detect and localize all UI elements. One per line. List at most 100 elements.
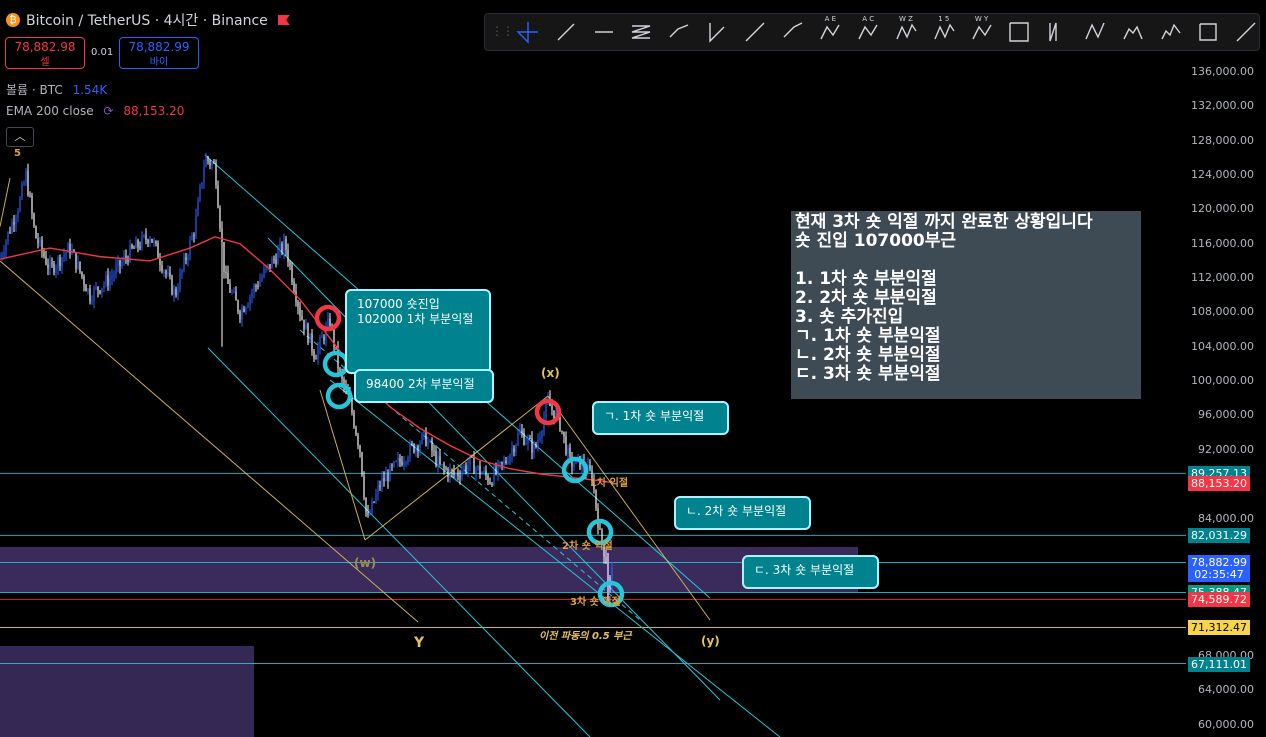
sell-label: 셀 bbox=[40, 57, 50, 68]
pitchfork-icon[interactable] bbox=[704, 19, 730, 45]
candle-body bbox=[441, 464, 443, 466]
candle-body bbox=[191, 235, 193, 240]
rectangle-icon[interactable] bbox=[553, 19, 579, 45]
ab-pattern-icon[interactable]: A E bbox=[817, 15, 843, 45]
candle-body bbox=[231, 292, 233, 294]
candle-body bbox=[383, 477, 385, 482]
callout-entry[interactable]: 107000 숏진입 102000 1차 부분익절 bbox=[345, 289, 491, 374]
candle-body bbox=[405, 462, 407, 464]
drag-handle-icon[interactable]: ⋮⋮ bbox=[491, 24, 514, 38]
candle-body bbox=[139, 247, 141, 249]
trend-line-icon[interactable] bbox=[742, 19, 768, 45]
flag-icon[interactable] bbox=[277, 15, 290, 25]
axis-tick-label: 108,000.00 bbox=[1191, 305, 1254, 319]
buy-button[interactable]: 78,882.99 바이 bbox=[119, 37, 199, 69]
ema-200-line bbox=[0, 236, 614, 484]
candle-body bbox=[473, 457, 475, 474]
candle-body bbox=[137, 240, 139, 248]
candle-body bbox=[459, 476, 461, 478]
candle-body bbox=[207, 156, 209, 162]
candle-body bbox=[303, 319, 305, 330]
ema-legend[interactable]: EMA 200 close ⟳ 88,153.20 bbox=[6, 104, 184, 118]
elliott-wave-icon[interactable] bbox=[1158, 19, 1184, 45]
callout-second-exit[interactable]: 98400 2차 부분익절 bbox=[354, 369, 494, 403]
candle-body bbox=[109, 278, 111, 286]
candle-body bbox=[159, 258, 161, 265]
wave-label-x: (x) bbox=[541, 366, 560, 380]
axis-tick-label: 100,000.00 bbox=[1191, 374, 1254, 388]
callout-n[interactable]: ㄴ. 2차 숏 부분익절 bbox=[674, 496, 811, 530]
axis-tick-label: 92,000.00 bbox=[1198, 442, 1254, 456]
candle-body bbox=[437, 456, 439, 466]
candle-body bbox=[461, 471, 463, 478]
candle-body bbox=[389, 465, 391, 482]
fib-extension-icon[interactable] bbox=[666, 19, 692, 45]
fib-retracement-icon[interactable] bbox=[628, 19, 654, 45]
candle-body bbox=[23, 182, 25, 185]
crosshair-icon[interactable] bbox=[515, 19, 541, 45]
loading-icon: ⟳ bbox=[103, 104, 114, 118]
candle-body bbox=[193, 235, 195, 237]
candle-body bbox=[187, 256, 189, 261]
candle-body bbox=[417, 446, 419, 451]
candle-body bbox=[91, 301, 93, 303]
candle-body bbox=[569, 447, 571, 457]
symbol-header[interactable]: ₿ Bitcoin / TetherUS · 4시간 · Binance bbox=[6, 10, 290, 30]
candle-body bbox=[415, 446, 417, 453]
candle-body bbox=[21, 184, 23, 199]
candle-body bbox=[241, 308, 243, 320]
candle-body bbox=[299, 307, 301, 317]
candle-body bbox=[161, 264, 163, 272]
info-box[interactable]: 현재 3차 숏 익절 까지 완료한 상황입니다 숏 진입 107000부근 1.… bbox=[791, 211, 1141, 399]
callout-g[interactable]: ㄱ. 1차 숏 부분익절 bbox=[592, 401, 729, 435]
head-shoulders-icon[interactable] bbox=[1120, 19, 1146, 45]
wxyz-pattern-icon[interactable]: W Z bbox=[893, 15, 919, 45]
chart-stage[interactable]: ₿ Bitcoin / TetherUS · 4시간 · Binance 78,… bbox=[0, 0, 1266, 737]
candle-body bbox=[507, 462, 509, 464]
elliott-wave-icon-glyph bbox=[1160, 23, 1181, 40]
horizontal-ray-icon[interactable] bbox=[591, 19, 617, 45]
candle-body bbox=[369, 513, 371, 515]
candle-body bbox=[11, 222, 13, 233]
candle-body bbox=[125, 256, 127, 259]
line-icon[interactable] bbox=[1233, 19, 1259, 45]
first-exit-label: 1차 익절 bbox=[590, 478, 629, 489]
candle-body bbox=[225, 272, 227, 274]
cycle-lines-icon[interactable] bbox=[1044, 19, 1070, 45]
drawing-toolbar[interactable]: ⋮⋮ A E A C W Z 1 5 W Y bbox=[484, 13, 1260, 51]
candle-body bbox=[119, 260, 121, 267]
candle-body bbox=[61, 257, 63, 267]
collapse-legend-button[interactable]: ︿ bbox=[6, 127, 34, 147]
candle-body bbox=[173, 289, 175, 295]
sell-button[interactable]: 78,882.98 셀 bbox=[5, 37, 85, 69]
impulse-15-icon[interactable]: 1 5 bbox=[931, 15, 957, 45]
candle-body bbox=[179, 273, 181, 291]
third-exit-label: 3차 숏 익절 bbox=[570, 597, 621, 608]
symbol-title[interactable]: Bitcoin / TetherUS · 4시간 · Binance bbox=[26, 10, 268, 30]
fib-extension-icon-glyph bbox=[669, 24, 689, 38]
trend-line-icon-glyph bbox=[745, 22, 765, 42]
candle-body bbox=[457, 473, 459, 477]
info-line: ㄴ. 2차 숏 부분익절 bbox=[795, 345, 941, 365]
impulse-15-icon-glyph bbox=[934, 23, 955, 40]
chevron-up-icon: ︿ bbox=[14, 130, 26, 143]
candle-body bbox=[359, 445, 361, 453]
candle-body bbox=[215, 163, 217, 186]
candle-body bbox=[35, 226, 37, 239]
candle-body bbox=[269, 264, 271, 269]
callout-d-text: ㄷ. 3차 숏 부분익절 bbox=[754, 563, 855, 577]
ema-label: EMA 200 close bbox=[6, 104, 94, 118]
gann-box-icon[interactable] bbox=[1006, 19, 1032, 45]
candle-body bbox=[409, 443, 411, 458]
candle-body bbox=[135, 240, 137, 249]
axis-tick-label: 116,000.00 bbox=[1191, 236, 1254, 250]
callout-d[interactable]: ㄷ. 3차 숏 부분익절 bbox=[742, 555, 879, 589]
wxy-pattern-icon[interactable]: W Y bbox=[969, 15, 995, 45]
rectangle-shape-icon[interactable] bbox=[1195, 19, 1221, 45]
parallel-channel-icon[interactable] bbox=[780, 19, 806, 45]
tool-caption: A E bbox=[824, 15, 837, 23]
xabcd-icon[interactable] bbox=[1082, 19, 1108, 45]
abc-pattern-icon[interactable]: A C bbox=[855, 15, 881, 45]
volume-legend[interactable]: 볼륨 · BTC 1.54K bbox=[6, 81, 107, 98]
candle-body bbox=[1, 254, 3, 257]
